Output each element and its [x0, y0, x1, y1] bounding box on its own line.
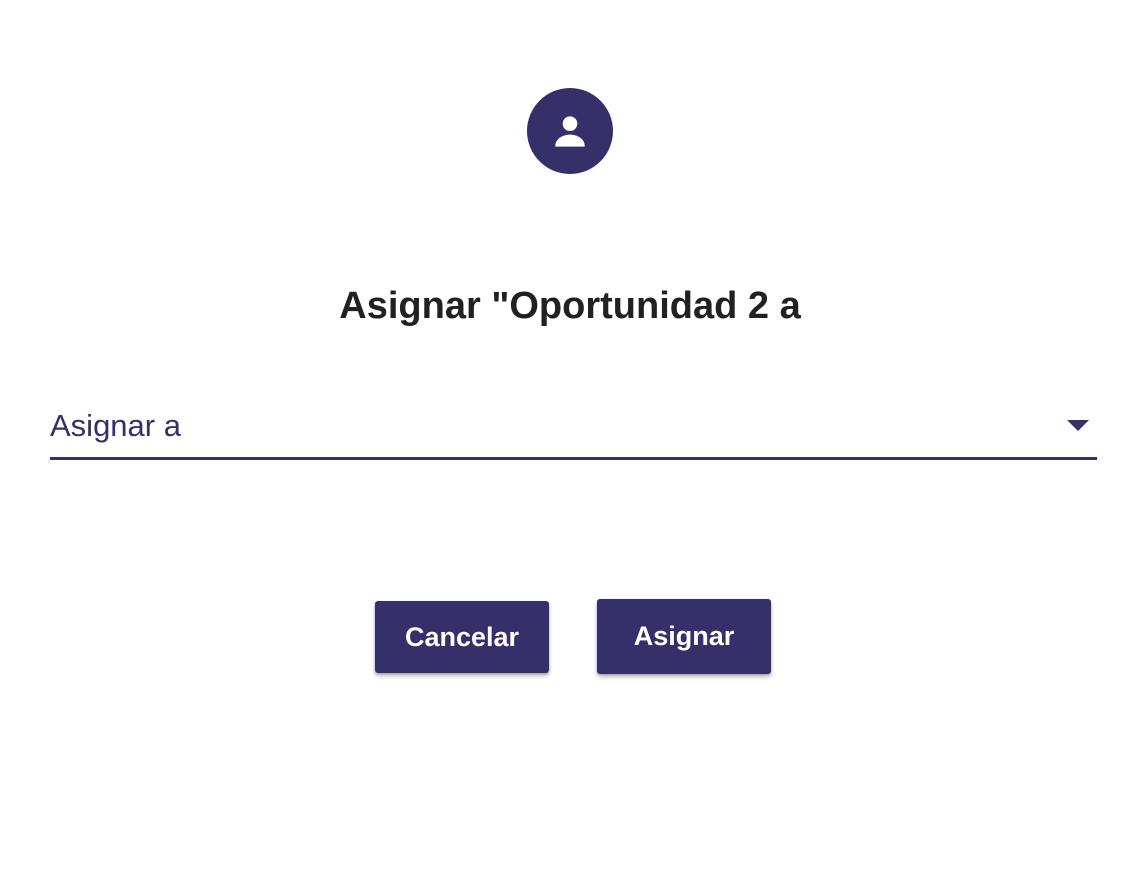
assign-to-select[interactable]: Asignar a — [50, 396, 1097, 460]
dropdown-arrow-icon[interactable] — [1067, 420, 1089, 431]
assign-to-label: Asignar a — [50, 408, 181, 443]
assign-button[interactable]: Asignar — [597, 599, 771, 674]
assign-dialog: Asignar "Oportunidad 2 a Asignar a Cance… — [0, 0, 1140, 880]
avatar — [527, 88, 613, 174]
cancel-button[interactable]: Cancelar — [375, 601, 549, 673]
dialog-title: Asignar "Oportunidad 2 a — [339, 285, 801, 327]
person-icon — [548, 109, 592, 153]
